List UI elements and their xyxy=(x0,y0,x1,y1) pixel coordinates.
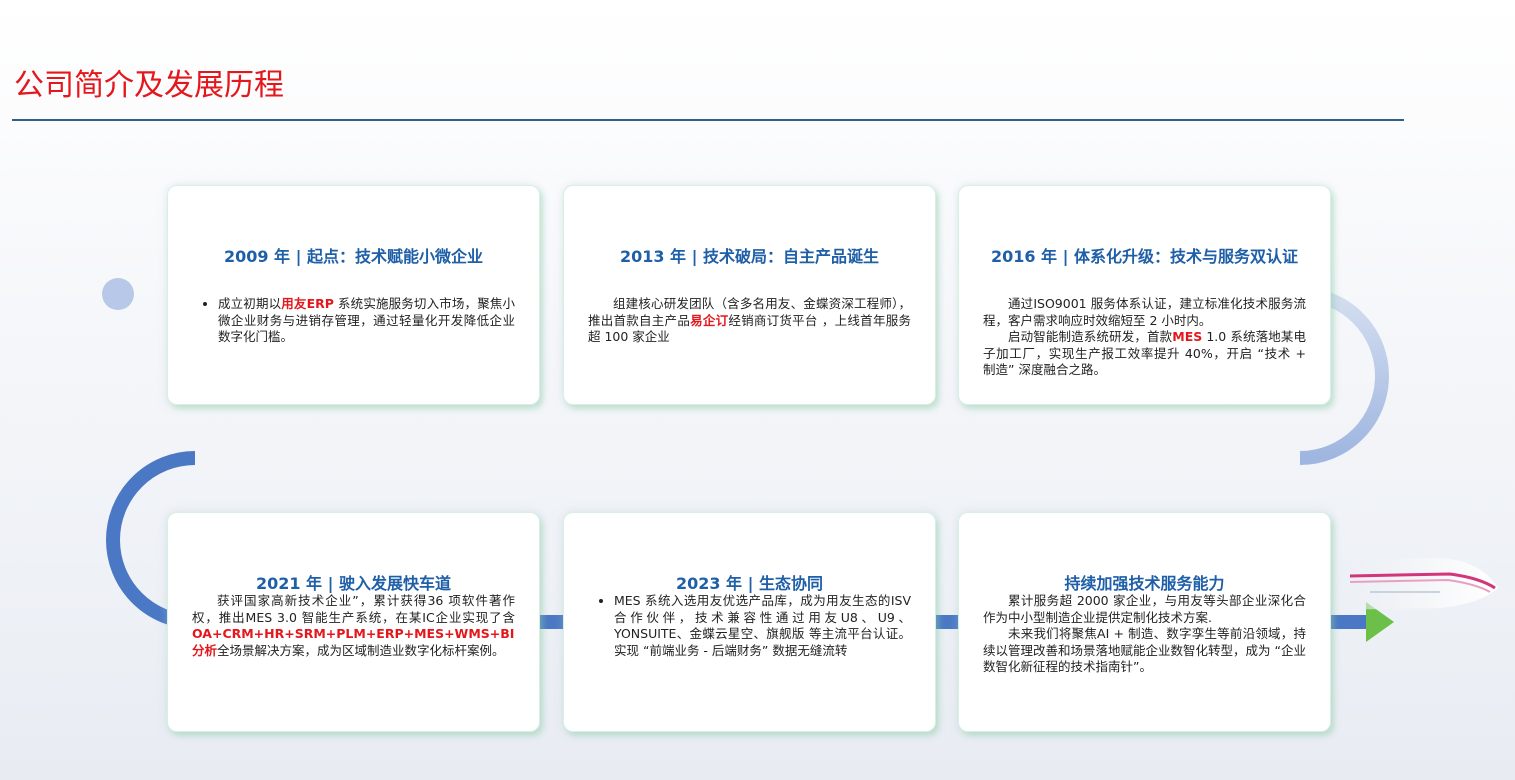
body-text: 未来我们将聚焦AI + 制造、数字孪生等前沿领域，持续以管理改善和场景落地赋能企… xyxy=(983,626,1306,674)
milestone-card-2013: 2013 年 | 技术破局：自主产品诞生 组建核心研发团队（含多名用友、金蝶资深… xyxy=(563,185,936,405)
milestone-heading: 2009 年 | 起点：技术赋能小微企业 xyxy=(223,247,484,266)
milestone-card-2023: 2023 年 | 生态协同 MES 系统入选用友优选产品库，成为用友生态的ISV… xyxy=(563,512,936,732)
milestone-body: 组建核心研发团队（含多名用友、金蝶资深工程师），推出首款自主产品易企订经销商订货… xyxy=(588,296,911,346)
highlight-text: 易企订 xyxy=(690,312,729,328)
milestone-card-2016: 2016 年 | 体系化升级：技术与服务双认证 通过ISO9001 服务体系认证… xyxy=(958,185,1331,405)
milestone-body: MES 系统入选用友优选产品库，成为用友生态的ISV 合作伙伴，技术兼容性通过用… xyxy=(588,593,911,659)
milestone-heading: 2023 年 | 生态协同 xyxy=(675,574,824,593)
milestone-paragraph: 启动智能制造系统研发，首款MES 1.0 系统落地某电子加工厂，实现生产报工效率… xyxy=(983,329,1306,379)
highlight-text: 用友ERP xyxy=(281,296,334,311)
body-text: MES 系统入选用友优选产品库，成为用友生态的ISV 合作伙伴，技术兼容性通过用… xyxy=(614,593,911,658)
milestone-body: 累计服务超 2000 家企业，与用友等头部企业深化合作为中小型制造企业提供定制化… xyxy=(983,593,1306,676)
milestone-bullet: 成立初期以用友ERP 系统实施服务切入市场，聚焦小微企业财务与进销存管理，通过轻… xyxy=(218,296,515,346)
milestone-bullet: MES 系统入选用友优选产品库，成为用友生态的ISV 合作伙伴，技术兼容性通过用… xyxy=(614,593,911,659)
body-text: 通过ISO9001 服务体系认证，建立标准化技术服务流程，客户需求响应时效缩短至… xyxy=(983,296,1306,328)
milestone-body: 通过ISO9001 服务体系认证，建立标准化技术服务流程，客户需求响应时效缩短至… xyxy=(983,296,1306,379)
milestone-paragraph: 未来我们将聚焦AI + 制造、数字孪生等前沿领域，持续以管理改善和场景落地赋能企… xyxy=(983,626,1306,676)
milestone-heading: 2016 年 | 体系化升级：技术与服务双认证 xyxy=(990,247,1299,266)
milestone-card-2009: 2009 年 | 起点：技术赋能小微企业 成立初期以用友ERP 系统实施服务切入… xyxy=(167,185,540,405)
body-text: 启动智能制造系统研发，首款 xyxy=(1008,329,1173,344)
milestone-card-future: 持续加强技术服务能力 累计服务超 2000 家企业，与用友等头部企业深化合作为中… xyxy=(958,512,1331,732)
highlight-text: MES xyxy=(1172,329,1203,344)
milestone-heading: 2021 年 | 驶入发展快车道 xyxy=(255,574,452,593)
milestone-paragraph: 累计服务超 2000 家企业，与用友等头部企业深化合作为中小型制造企业提供定制化… xyxy=(983,593,1306,626)
milestone-paragraph: 获评国家高新技术企业”，累计获得36 项软件著作权，推出MES 3.0 智能生产… xyxy=(192,593,515,659)
body-text: 获评国家高新技术企业”，累计获得36 项软件著作权，推出MES 3.0 智能生产… xyxy=(192,593,515,625)
milestone-body: 成立初期以用友ERP 系统实施服务切入市场，聚焦小微企业财务与进销存管理，通过轻… xyxy=(192,296,515,346)
milestone-bullet-list: MES 系统入选用友优选产品库，成为用友生态的ISV 合作伙伴，技术兼容性通过用… xyxy=(588,593,911,659)
milestone-card-2021: 2021 年 | 驶入发展快车道 获评国家高新技术企业”，累计获得36 项软件著… xyxy=(167,512,540,732)
body-text: 全场景解决方案，成为区域制造业数字化标杆案例。 xyxy=(217,642,505,658)
track-start-dot xyxy=(102,278,134,310)
body-text: 累计服务超 2000 家企业，与用友等头部企业深化合作为中小型制造企业提供定制化… xyxy=(983,593,1306,625)
milestone-heading: 持续加强技术服务能力 xyxy=(1064,574,1225,593)
milestone-bullet-list: 成立初期以用友ERP 系统实施服务切入市场，聚焦小微企业财务与进销存管理，通过轻… xyxy=(192,296,515,346)
milestone-heading: 2013 年 | 技术破局：自主产品诞生 xyxy=(619,247,880,266)
train-icon xyxy=(1330,558,1498,610)
milestone-paragraph: 通过ISO9001 服务体系认证，建立标准化技术服务流程，客户需求响应时效缩短至… xyxy=(983,296,1306,329)
milestone-body: 获评国家高新技术企业”，累计获得36 项软件著作权，推出MES 3.0 智能生产… xyxy=(192,593,515,659)
body-text: 成立初期以 xyxy=(218,296,282,311)
milestone-paragraph: 组建核心研发团队（含多名用友、金蝶资深工程师），推出首款自主产品易企订经销商订货… xyxy=(588,296,911,346)
